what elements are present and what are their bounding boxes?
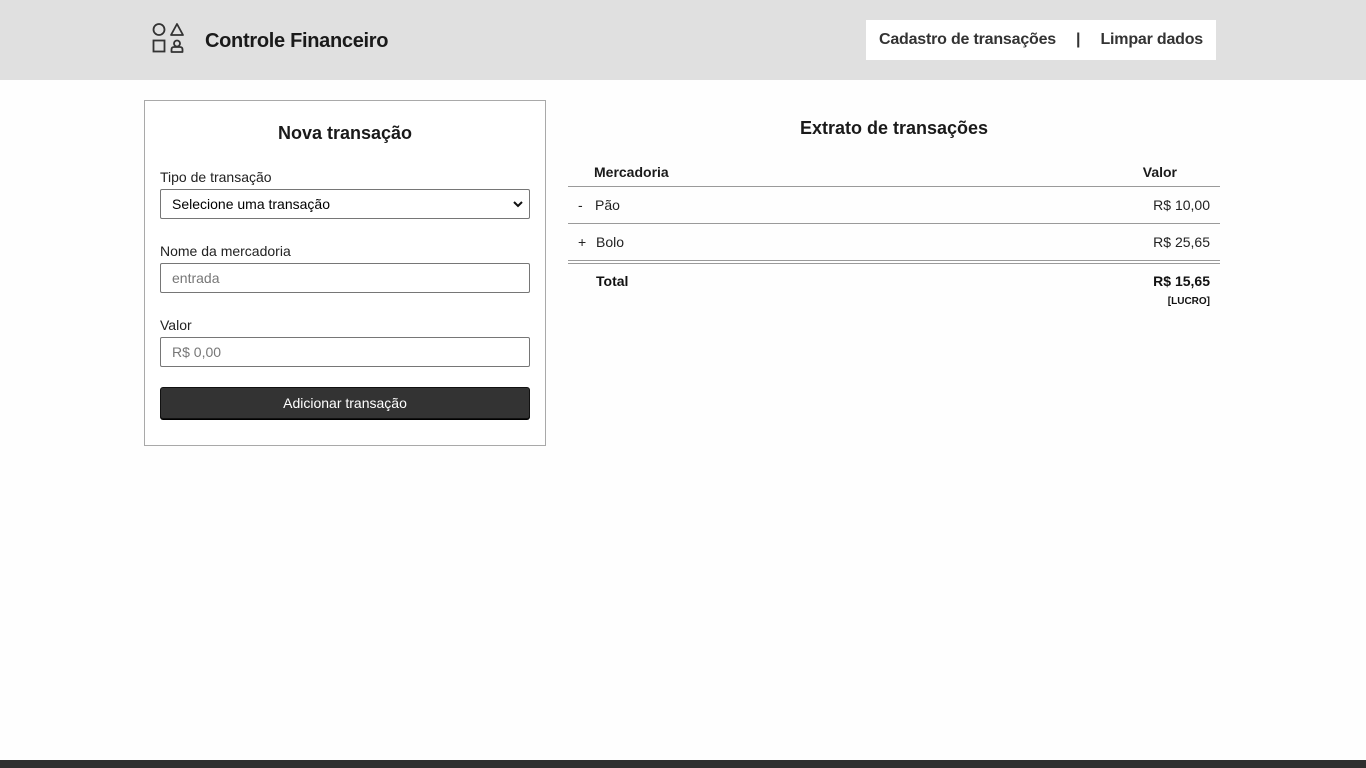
table-divider [568,223,1220,224]
table-divider [568,263,1220,264]
row-item-value: R$ 10,00 [1153,197,1210,213]
nav-link-clear-data[interactable]: Limpar dados [1100,31,1203,49]
page-footer [0,760,1366,768]
form-title: Nova transação [277,123,413,143]
merchandise-name-input[interactable] [160,263,530,293]
shapes-icon [152,23,184,53]
transaction-type-select[interactable]: Selecione uma transação [160,189,530,219]
transaction-type-label: Tipo de transação [160,169,272,185]
row-item-name: Pão [595,197,620,213]
statement-title: Extrato de transações [799,118,989,138]
total-value: R$ 15,65 [1153,273,1210,289]
add-transaction-button[interactable]: Adicionar transação [160,387,530,419]
nav-link-register[interactable]: Cadastro de transações [879,31,1056,49]
app-header: Controle Financeiro Cadastro de transaçõ… [0,0,1366,80]
row-item-value: R$ 25,65 [1153,234,1210,250]
value-input[interactable] [160,337,530,367]
column-header-item: Mercadoria [594,164,669,180]
row-item-name: Bolo [596,234,625,250]
row-sign: - [578,197,583,213]
new-transaction-form: Nova transação Tipo de transação Selecio… [144,100,546,446]
top-nav: Cadastro de transações | Limpar dados [866,20,1216,60]
total-label: Total [596,273,629,289]
nav-separator: | [1076,31,1081,48]
transaction-type-select-wrapper: Selecione uma transação [160,189,530,219]
column-header-value: Valor [1142,164,1177,180]
value-label: Valor [160,317,192,333]
app-title: Controle Financeiro [205,30,389,52]
merchandise-name-label: Nome da mercadoria [160,243,291,259]
table-divider [568,186,1220,187]
row-sign: + [578,234,587,250]
table-divider [568,260,1220,261]
total-status-badge: [LUCRO] [1167,296,1210,307]
